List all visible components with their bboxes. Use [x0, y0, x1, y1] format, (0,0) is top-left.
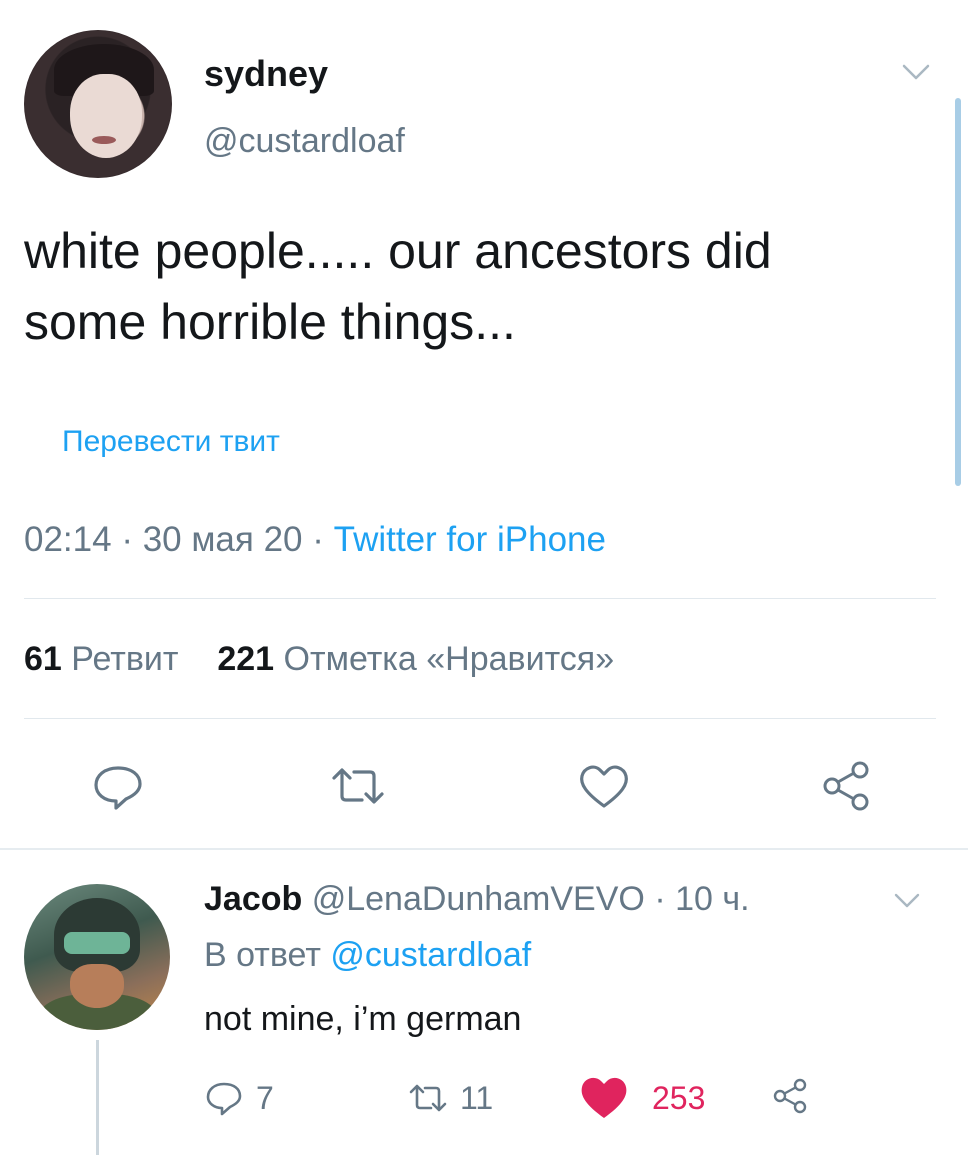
reply-context: В ответ @custardloaf	[204, 936, 531, 975]
retweet-icon[interactable]	[330, 758, 386, 814]
reply-count: 7	[256, 1080, 274, 1116]
chevron-down-icon[interactable]	[892, 890, 922, 912]
divider	[24, 598, 936, 599]
reply-prefix: В ответ	[204, 936, 321, 974]
meta-separator: ·	[654, 880, 676, 918]
reply-avatar[interactable]	[24, 884, 170, 1030]
reply-icon[interactable]	[90, 758, 146, 814]
tweet-text: white people..... our ancestors did some…	[24, 223, 772, 350]
divider	[0, 848, 968, 850]
meta-separator: ·	[312, 520, 334, 559]
reply-age: 10 ч.	[675, 880, 750, 918]
like-icon[interactable]	[576, 758, 632, 814]
like-count[interactable]: 221	[217, 640, 274, 678]
share-icon[interactable]	[818, 758, 874, 814]
meta-separator: ·	[121, 520, 143, 559]
author-name[interactable]: sydney	[204, 53, 328, 95]
like-icon[interactable]	[578, 1072, 630, 1122]
chevron-down-icon[interactable]	[900, 60, 932, 84]
avatar-face	[70, 74, 142, 158]
reply-icon[interactable]	[204, 1078, 244, 1118]
retweet-icon[interactable]	[408, 1078, 448, 1118]
reply-like-count: 253	[652, 1080, 706, 1116]
avatar[interactable]	[24, 30, 172, 178]
avatar-visor	[64, 932, 130, 954]
like-label[interactable]: Отметка «Нравится»	[284, 640, 615, 678]
share-icon[interactable]	[770, 1076, 810, 1116]
translate-link[interactable]: Перевести твит	[62, 425, 280, 459]
reply-retweet-count: 11	[460, 1080, 494, 1116]
author-handle[interactable]: @custardloaf	[204, 122, 405, 161]
reply-author-handle[interactable]: @LenaDunhamVEVO	[312, 880, 645, 918]
reply-header: Jacob @LenaDunhamVEVO · 10 ч.	[204, 880, 750, 919]
scrollbar[interactable]	[955, 98, 961, 486]
tweet-source[interactable]: Twitter for iPhone	[334, 520, 606, 559]
avatar-lips	[92, 136, 116, 144]
tweet-stats: 61 Ретвит 221 Отметка «Нравится»	[24, 640, 614, 679]
tweet-time: 02:14	[24, 520, 112, 559]
retweet-label[interactable]: Ретвит	[71, 640, 178, 678]
avatar-face	[70, 964, 124, 1008]
reply-mention[interactable]: @custardloaf	[330, 936, 531, 974]
thread-line	[96, 1040, 99, 1155]
tweet-date: 30 мая 20	[142, 520, 303, 559]
reply-author-name[interactable]: Jacob	[204, 880, 302, 918]
reply-text: not mine, i’m german	[204, 1000, 522, 1038]
retweet-count[interactable]: 61	[24, 640, 62, 678]
tweet-meta: 02:14 · 30 мая 20 · Twitter for iPhone	[24, 520, 606, 560]
divider	[24, 718, 936, 719]
